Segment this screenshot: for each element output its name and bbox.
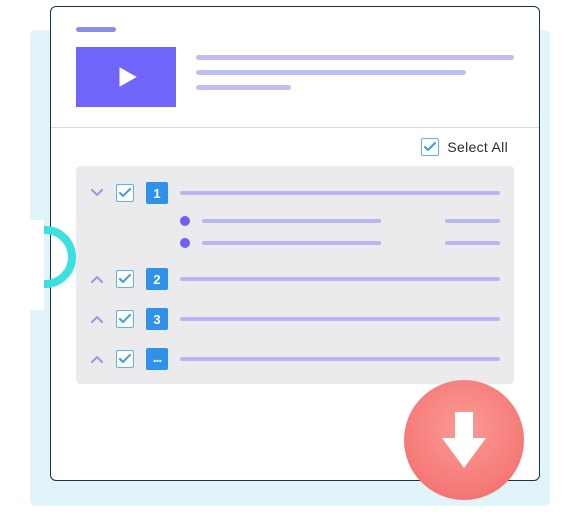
select-all-checkbox[interactable] xyxy=(421,138,439,156)
item-text-placeholder xyxy=(180,317,500,321)
sub-item-text-placeholder xyxy=(202,241,381,245)
title-line-1 xyxy=(196,55,514,60)
checkmark-icon xyxy=(119,354,131,364)
item-text-placeholder xyxy=(180,357,500,361)
item-number-badge: 1 xyxy=(146,182,168,204)
bullet-icon xyxy=(180,238,190,248)
sub-item-text-placeholder xyxy=(202,219,381,223)
sub-item-meta-placeholder xyxy=(445,219,500,223)
item-number-badge: ... xyxy=(146,348,168,370)
item-checkbox[interactable] xyxy=(116,350,134,368)
item-text-placeholder xyxy=(180,191,500,195)
item-checkbox[interactable] xyxy=(116,184,134,202)
sub-item[interactable] xyxy=(180,216,500,226)
checkmark-icon xyxy=(424,142,436,152)
item-list: 1 2 xyxy=(76,166,514,384)
play-icon xyxy=(113,64,139,90)
list-item[interactable]: 2 xyxy=(90,268,500,290)
title-placeholder-lines xyxy=(196,47,514,100)
title-line-3 xyxy=(196,85,291,90)
decorative-mask xyxy=(0,220,44,310)
title-line-2 xyxy=(196,70,466,75)
chevron-down-icon[interactable] xyxy=(90,186,104,200)
chevron-up-icon[interactable] xyxy=(90,312,104,326)
checkmark-icon xyxy=(119,188,131,198)
checkmark-icon xyxy=(119,314,131,324)
download-arrow-icon xyxy=(440,410,488,470)
header-section xyxy=(76,47,514,107)
item-text-placeholder xyxy=(180,277,500,281)
list-item[interactable]: 3 xyxy=(90,308,500,330)
bullet-icon xyxy=(180,216,190,226)
item-number-badge: 2 xyxy=(146,268,168,290)
sub-item-meta-placeholder xyxy=(445,241,500,245)
chevron-up-icon[interactable] xyxy=(90,272,104,286)
item-number-badge: 3 xyxy=(146,308,168,330)
checkmark-icon xyxy=(119,274,131,284)
item-checkbox[interactable] xyxy=(116,310,134,328)
item-checkbox[interactable] xyxy=(116,270,134,288)
select-all-row: Select All xyxy=(76,138,514,166)
list-item[interactable]: ... xyxy=(90,348,500,370)
divider xyxy=(51,127,539,128)
list-item[interactable]: 1 xyxy=(90,182,500,204)
select-all-label: Select All xyxy=(447,139,508,155)
chevron-up-icon[interactable] xyxy=(90,352,104,366)
download-button[interactable] xyxy=(404,380,524,500)
top-accent-bar xyxy=(76,27,116,32)
video-thumbnail[interactable] xyxy=(76,47,176,107)
sub-item[interactable] xyxy=(180,238,500,248)
sub-item-group xyxy=(90,216,500,248)
